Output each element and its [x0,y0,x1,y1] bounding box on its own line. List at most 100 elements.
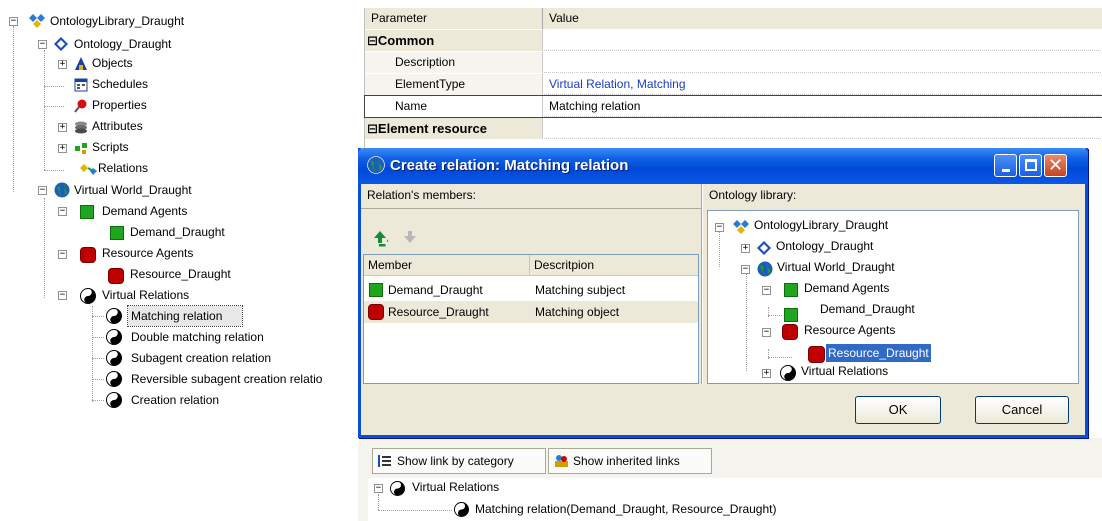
green-square-icon [784,283,798,297]
library-label: Ontology library: [709,188,797,202]
green-square-icon [369,283,383,297]
red-octagon-icon [80,247,96,263]
library-tree-virtual-relations[interactable]: Virtual Relations [801,364,888,378]
collapse-toggle[interactable]: ⊟ [367,121,378,136]
collapse-toggle[interactable]: − [9,17,18,26]
scripts-icon [75,143,87,154]
category-label: Common [377,33,435,48]
library-icon [29,14,45,28]
links-panel: Show link by category Show inherited lin… [358,438,1102,521]
tab-label: Show link by category [397,454,514,468]
table-row[interactable]: Demand_Draught Matching subject [364,279,698,301]
library-tree-demand-agents[interactable]: Demand Agents [804,281,889,295]
show-link-by-category-button[interactable]: Show link by category [372,448,546,474]
red-octagon-icon [108,268,124,284]
collapse-toggle[interactable]: − [58,250,67,259]
name-label: Name [365,96,543,117]
arrow-down-icon[interactable] [403,230,417,244]
category-list-icon [378,455,391,467]
red-octagon-icon [808,346,825,363]
globe-icon [757,261,773,277]
library-tree-virtual-world[interactable]: Virtual World_Draught [777,260,895,274]
dialog-title: Create relation: Matching relation [390,157,629,174]
collapse-toggle[interactable]: − [374,484,383,493]
category-label: Element resource [377,121,488,136]
expand-toggle[interactable]: + [762,369,771,378]
description-cell: Matching subject [535,283,626,297]
show-inherited-links-button[interactable]: Show inherited links [548,448,712,474]
attributes-icon [75,121,87,134]
yin-yang-icon [780,365,796,381]
expand-toggle[interactable]: + [58,144,67,153]
member-cell: Demand_Draught [388,283,483,297]
yin-yang-icon [106,371,122,387]
tree-item-matching-relation[interactable]: Matching relation [127,305,243,327]
parameter-column-header[interactable]: Parameter [365,8,543,29]
yin-yang-icon [454,502,469,517]
description-value[interactable] [543,52,1102,73]
collapse-toggle[interactable]: − [762,286,771,295]
description-row[interactable]: Description [365,52,1102,73]
description-label: Description [365,52,543,73]
collapse-toggle[interactable]: − [58,291,67,300]
library-tree-ontology[interactable]: Ontology_Draught [776,239,873,253]
cancel-button[interactable]: Cancel [975,396,1069,424]
library-tree-demand-draught[interactable]: Demand_Draught [820,302,915,316]
name-value[interactable]: Matching relation [543,96,1102,117]
collapse-toggle[interactable]: ⊟ [367,33,378,48]
properties-icon [74,99,87,113]
collapse-toggle[interactable]: − [38,186,47,195]
collapse-toggle[interactable]: − [58,207,67,216]
value-column-header[interactable]: Value [543,8,1102,29]
category-resource-row[interactable]: ⊟Element resource [365,118,1102,139]
minimize-button[interactable] [994,154,1017,177]
minimize-icon [1001,169,1010,172]
ontology-icon [54,37,68,51]
green-square-icon [80,205,94,219]
tree-item-reversible-subagent[interactable]: Reversible subagent creation relatio [131,369,359,389]
yin-yang-icon [80,288,96,304]
schedules-icon [74,78,88,92]
table-row[interactable]: Resource_Draught Matching object [364,301,698,323]
expand-toggle[interactable]: + [741,244,750,253]
yin-yang-icon [106,392,122,408]
splitter[interactable] [701,184,703,384]
create-relation-dialog: Create relation: Matching relation ✕ Rel… [358,148,1088,438]
links-tree-virtual-relations[interactable]: Virtual Relations [412,480,499,494]
collapse-toggle[interactable]: − [715,223,724,232]
category-common-row[interactable]: ⊟Common [365,30,1102,51]
collapse-toggle[interactable]: − [741,265,750,274]
expand-toggle[interactable]: + [58,123,67,132]
member-column-header[interactable]: Member [364,255,530,276]
collapse-toggle[interactable]: − [38,40,47,49]
element-type-row[interactable]: ElementType Virtual Relation, Matching [365,74,1102,95]
ok-button[interactable]: OK [855,396,941,424]
collapse-toggle[interactable]: − [762,328,771,337]
maximize-button[interactable] [1019,154,1042,177]
library-tree-resource-draught[interactable]: Resource_Draught [825,343,932,363]
red-octagon-icon [782,324,798,340]
yin-yang-icon [106,350,122,366]
ontology-tree: − OntologyLibrary_Draught − Ontology_Dra… [0,0,360,521]
library-icon [733,220,749,234]
yin-yang-icon [390,481,405,496]
dialog-titlebar[interactable]: Create relation: Matching relation ✕ [358,148,1088,184]
description-cell: Matching object [535,305,620,319]
description-column-header[interactable]: Descritpion [530,255,698,276]
links-tree: − Virtual Relations Matching relation(De… [368,478,1102,521]
globe-icon [367,156,385,174]
library-tree-root[interactable]: OntologyLibrary_Draught [754,218,888,232]
yin-yang-icon [106,308,122,324]
members-table: Member Descritpion Demand_Draught Matchi… [363,254,699,384]
element-type-label: ElementType [365,74,543,95]
expand-toggle[interactable]: + [58,60,67,69]
links-tree-matching-link[interactable]: Matching relation(Demand_Draught, Resour… [475,502,777,516]
element-type-value[interactable]: Virtual Relation, Matching [543,74,1102,95]
close-button[interactable]: ✕ [1044,154,1067,177]
grid-header-row: Parameter Value [365,8,1102,29]
name-row[interactable]: Name Matching relation [364,95,1102,118]
ontology-icon [757,241,771,255]
close-icon: ✕ [1047,155,1064,175]
arrow-up-icon[interactable] [373,230,387,244]
library-tree-resource-agents[interactable]: Resource Agents [804,323,895,337]
